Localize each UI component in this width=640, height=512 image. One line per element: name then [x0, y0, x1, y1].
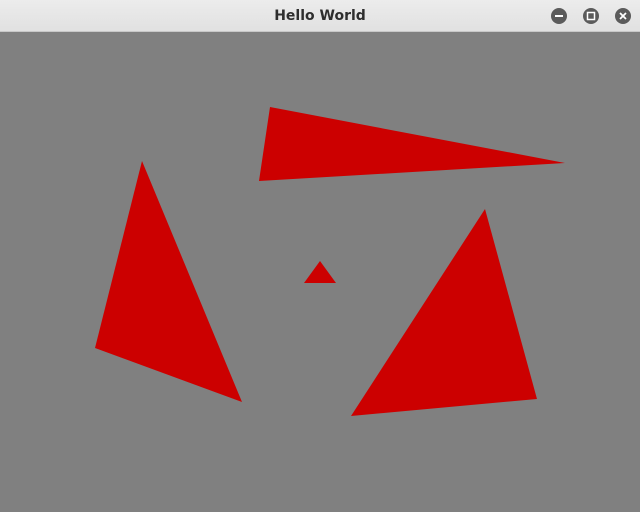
top-triangle [259, 107, 565, 181]
maximize-button[interactable] [583, 8, 599, 24]
render-canvas[interactable] [0, 32, 640, 512]
close-button[interactable] [615, 8, 631, 24]
minimize-icon [555, 15, 563, 17]
window-title: Hello World [274, 8, 366, 24]
close-icon [619, 12, 627, 20]
triangles-scene [95, 107, 565, 416]
center-small-triangle [304, 261, 336, 283]
right-triangle [351, 209, 537, 416]
left-triangle [95, 161, 242, 402]
minimize-button[interactable] [551, 8, 567, 24]
app-window: Hello World [0, 0, 640, 512]
title-bar[interactable]: Hello World [0, 0, 640, 32]
maximize-icon [586, 11, 596, 21]
